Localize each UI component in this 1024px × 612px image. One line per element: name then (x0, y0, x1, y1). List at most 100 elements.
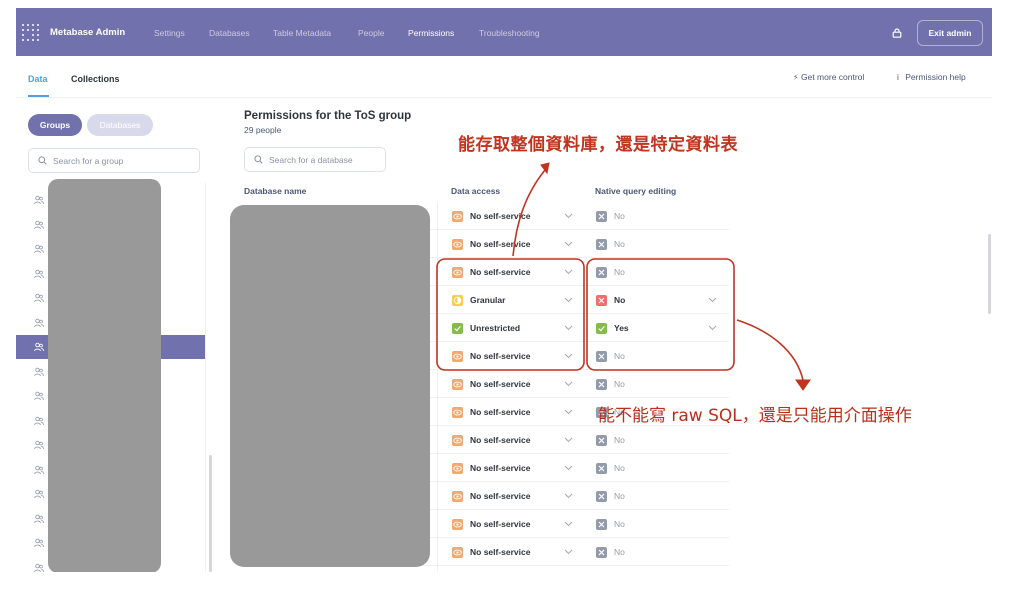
groups-toggle-button[interactable]: Groups (28, 114, 82, 136)
nav-people[interactable]: People (358, 28, 384, 38)
group-search-input[interactable]: Search for a group (28, 148, 200, 173)
check-icon (452, 322, 463, 334)
data-access-select[interactable]: No self-service (452, 426, 582, 454)
native-query-select[interactable]: No (596, 230, 726, 258)
nav-table-metadata[interactable]: Table Metadata (273, 28, 331, 38)
native-query-select[interactable]: No (596, 454, 726, 482)
nav-permissions[interactable]: Permissions (408, 28, 454, 38)
data-access-select[interactable]: No self-service (452, 482, 582, 510)
page-title: Permissions for the ToS group (244, 110, 412, 122)
group-icon (34, 342, 44, 352)
group-icon (34, 538, 44, 548)
data-access-select[interactable]: Unrestricted (452, 314, 582, 342)
native-query-select[interactable]: No (596, 482, 726, 510)
chevron-down-icon[interactable] (564, 213, 573, 219)
redacted-database-names (230, 205, 430, 567)
chevron-down-icon[interactable] (708, 325, 717, 331)
chevron-down-icon[interactable] (708, 297, 717, 303)
native-query-select[interactable]: No (596, 202, 726, 230)
divider (16, 97, 992, 98)
chevron-down-icon[interactable] (564, 521, 573, 527)
database-search-input[interactable]: Search for a database (244, 147, 386, 172)
exit-admin-button[interactable]: Exit admin (917, 20, 983, 46)
nav-databases[interactable]: Databases (209, 28, 250, 38)
data-access-select[interactable]: No self-service (452, 370, 582, 398)
search-icon (38, 156, 47, 165)
data-access-select[interactable]: No self-service (452, 510, 582, 538)
metabase-logo-icon[interactable] (22, 24, 40, 41)
eye-icon (452, 462, 463, 474)
native-query-label: No (614, 435, 625, 445)
close-icon (596, 378, 607, 390)
data-access-label: No self-service (470, 407, 531, 417)
group-icon (34, 465, 44, 474)
data-access-label: No self-service (470, 267, 531, 277)
chevron-down-icon[interactable] (564, 465, 573, 471)
data-access-label: No self-service (470, 519, 531, 529)
data-access-select[interactable]: No self-service (452, 398, 582, 426)
native-query-select[interactable]: No (596, 426, 726, 454)
chevron-down-icon[interactable] (564, 269, 573, 275)
native-query-label: No (614, 267, 625, 277)
annotation-native-query: 能不能寫 raw SQL，還是只能用介面操作 (598, 406, 912, 426)
native-query-select[interactable]: No (596, 258, 726, 286)
data-access-select[interactable]: No self-service (452, 230, 582, 258)
nav-troubleshooting[interactable]: Troubleshooting (479, 28, 540, 38)
eye-icon (452, 490, 463, 502)
chevron-down-icon[interactable] (564, 353, 573, 359)
group-icon (34, 514, 44, 523)
nav-settings[interactable]: Settings (154, 28, 185, 38)
close-icon (596, 210, 607, 222)
close-icon (596, 238, 607, 250)
data-access-select[interactable]: No self-service (452, 258, 582, 286)
permission-help-link[interactable]: i Permission help (897, 72, 966, 82)
chevron-down-icon[interactable] (564, 549, 573, 555)
check-icon (596, 322, 607, 334)
databases-toggle-button[interactable]: Databases (87, 114, 153, 136)
main-scrollbar[interactable] (988, 234, 991, 314)
chevron-down-icon[interactable] (564, 325, 573, 331)
eye-icon (452, 378, 463, 390)
native-query-select[interactable]: No (596, 370, 726, 398)
info-icon: i (897, 72, 899, 82)
native-query-select[interactable]: No (596, 510, 726, 538)
chevron-down-icon[interactable] (564, 493, 573, 499)
logo-dot (27, 39, 29, 41)
data-access-select[interactable]: No self-service (452, 202, 582, 230)
native-query-label: No (614, 239, 625, 249)
data-access-label: Granular (470, 295, 506, 305)
native-query-label: No (614, 519, 625, 529)
close-icon (596, 490, 607, 502)
data-access-select[interactable]: Granular (452, 286, 582, 314)
group-icon (34, 367, 44, 376)
native-query-select[interactable]: No (596, 538, 726, 566)
get-more-control-link[interactable]: ⚡︎ Get more control (793, 72, 864, 82)
lock-icon[interactable] (892, 28, 902, 38)
chevron-down-icon[interactable] (564, 381, 573, 387)
data-access-label: No self-service (470, 379, 531, 389)
logo-dot (37, 39, 39, 41)
chevron-down-icon[interactable] (564, 409, 573, 415)
logo-dot (22, 29, 24, 31)
brand-title: Metabase Admin (50, 27, 126, 38)
group-icon (34, 220, 44, 229)
native-query-select[interactable]: Yes (596, 314, 726, 342)
tab-data[interactable]: Data (28, 74, 48, 84)
group-icon (34, 293, 44, 303)
native-query-select[interactable]: No (596, 342, 726, 370)
data-access-label: No self-service (470, 435, 531, 445)
native-query-select[interactable]: No (596, 286, 726, 314)
chevron-down-icon[interactable] (564, 241, 573, 247)
admin-top-nav: Metabase Admin Settings Databases Table … (16, 8, 992, 56)
chevron-down-icon[interactable] (564, 437, 573, 443)
eye-icon (452, 266, 463, 278)
data-access-select[interactable]: No self-service (452, 342, 582, 370)
group-list-scrollbar[interactable] (209, 455, 212, 572)
data-access-select[interactable]: No self-service (452, 538, 582, 566)
tab-collections[interactable]: Collections (71, 74, 120, 84)
native-query-label: No (614, 463, 625, 473)
member-count: 29 people (244, 125, 282, 135)
logo-dot (27, 29, 29, 31)
chevron-down-icon[interactable] (564, 297, 573, 303)
data-access-select[interactable]: No self-service (452, 454, 582, 482)
